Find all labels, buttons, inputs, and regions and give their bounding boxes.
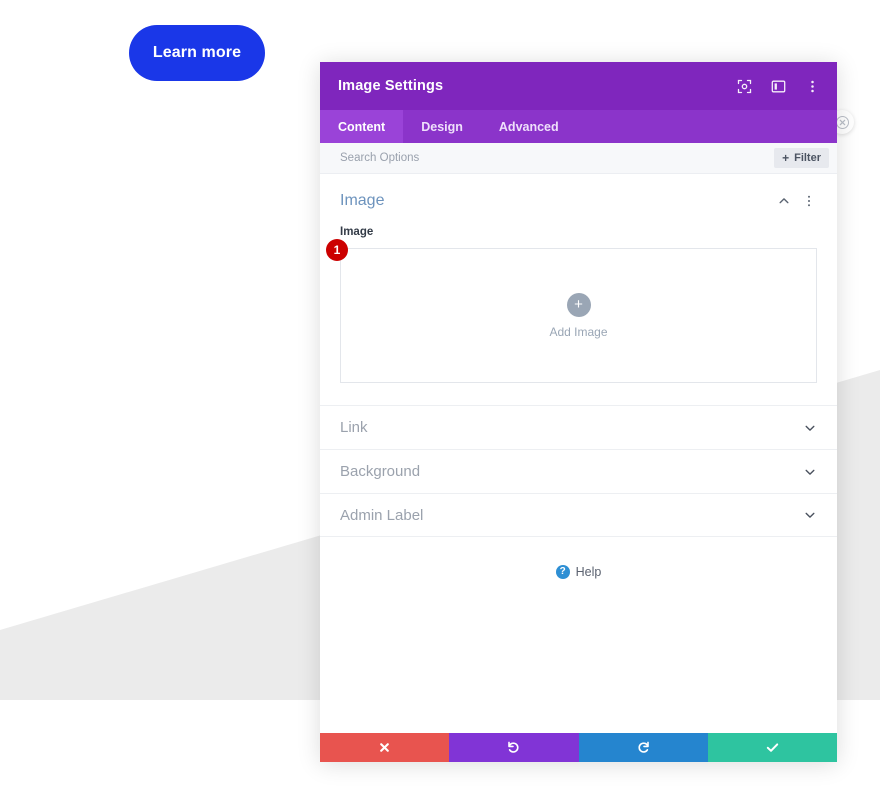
chevron-down-icon bbox=[803, 508, 817, 522]
tab-design[interactable]: Design bbox=[403, 110, 481, 143]
modal-title-actions bbox=[733, 75, 823, 97]
modal-footer bbox=[320, 733, 837, 762]
save-button[interactable] bbox=[707, 733, 837, 762]
focus-target-icon[interactable] bbox=[733, 75, 755, 97]
tab-content[interactable]: Content bbox=[320, 110, 404, 143]
plus-icon: + bbox=[782, 151, 790, 165]
check-icon bbox=[765, 740, 780, 755]
image-field-label: Image bbox=[340, 226, 374, 238]
accordion-link-label: Link bbox=[340, 419, 368, 436]
undo-button[interactable] bbox=[449, 733, 579, 762]
undo-icon bbox=[506, 740, 521, 755]
image-section: Image Image 1 + Add Image bbox=[320, 174, 837, 383]
image-section-actions bbox=[776, 193, 817, 209]
modal-body: Image Image 1 + Add Image Link Backgroun… bbox=[320, 174, 837, 733]
redo-icon bbox=[636, 740, 651, 755]
modal-titlebar: Image Settings bbox=[320, 62, 837, 110]
accordion-item-admin-label[interactable]: Admin Label bbox=[320, 493, 837, 537]
plus-icon: + bbox=[566, 292, 591, 317]
layout-panel-icon[interactable] bbox=[767, 75, 789, 97]
redo-button[interactable] bbox=[578, 733, 708, 762]
help-label: Help bbox=[575, 565, 602, 579]
chevron-up-icon[interactable] bbox=[776, 193, 792, 209]
more-vertical-icon[interactable] bbox=[801, 75, 823, 97]
modal-tabs: Content Design Advanced bbox=[320, 110, 837, 143]
close-button[interactable] bbox=[320, 733, 450, 762]
more-vertical-icon[interactable] bbox=[801, 193, 817, 209]
learn-more-button[interactable]: Learn more bbox=[129, 25, 265, 81]
image-settings-modal: Image Settings Content Design Advanced S… bbox=[320, 62, 837, 762]
learn-more-label: Learn more bbox=[152, 44, 242, 61]
accordion-item-link[interactable]: Link bbox=[320, 405, 837, 449]
chevron-down-icon bbox=[803, 465, 817, 479]
question-mark-icon: ? bbox=[555, 565, 570, 579]
close-x-icon bbox=[378, 741, 391, 754]
add-image-label: Add Image bbox=[549, 324, 608, 339]
settings-accordion: Link Background Admin Label bbox=[320, 405, 837, 537]
accordion-item-background[interactable]: Background bbox=[320, 449, 837, 493]
tab-advanced[interactable]: Advanced bbox=[481, 110, 577, 143]
accordion-background-label: Background bbox=[340, 463, 421, 480]
filter-button-label: Filter bbox=[794, 152, 821, 164]
search-input[interactable] bbox=[340, 152, 775, 164]
filter-button[interactable]: + Filter bbox=[774, 148, 829, 168]
step-badge-1: 1 bbox=[326, 239, 348, 261]
modal-title: Image Settings bbox=[338, 78, 444, 94]
accordion-admin-label-label: Admin Label bbox=[340, 506, 424, 524]
tab-advanced-label: Advanced bbox=[498, 119, 559, 134]
tab-content-label: Content bbox=[338, 119, 386, 134]
tab-design-label: Design bbox=[421, 119, 463, 134]
image-section-title: Image bbox=[340, 192, 385, 209]
page-root: Learn more Image Settings Content Design… bbox=[0, 0, 880, 794]
chevron-down-icon bbox=[803, 421, 817, 435]
search-options-row: + Filter bbox=[320, 143, 837, 174]
help-link[interactable]: ? Help bbox=[320, 565, 837, 579]
add-image-dropzone[interactable]: 1 + Add Image bbox=[326, 239, 817, 383]
image-section-header: Image bbox=[340, 192, 817, 210]
